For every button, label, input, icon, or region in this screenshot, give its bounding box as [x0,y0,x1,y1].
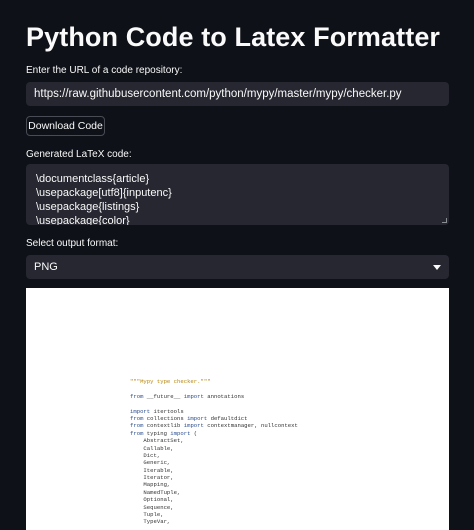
code-token: from [130,414,144,422]
preview-code-line: TypeVar, [130,518,298,525]
latex-output-label: Generated LaTeX code: [26,149,132,160]
code-token: Mapping, [130,481,171,489]
preview-code-line: """Mypy type checker.""" [130,378,298,385]
preview-code-line: from contextlib import contextmanager, n… [130,422,298,429]
code-token: from [130,429,144,437]
code-token: import [183,392,204,400]
preview-code-line: from typing import ( [130,430,298,437]
latex-line: \usepackage{listings} [36,201,140,213]
code-token: ( [190,429,198,437]
code-token: import [170,429,191,437]
code-token: import [130,407,151,415]
code-token: NamedTuple, [130,488,181,496]
code-token: typing [143,429,171,437]
resize-grip-icon[interactable] [442,218,447,223]
code-token: Generic, [130,459,171,467]
code-token: TypeVar, [130,518,171,526]
preview-code-line: Sequence, [130,504,298,511]
output-format-select[interactable]: PNG [26,255,449,279]
preview-code-line: Dict, [130,452,298,459]
code-token: __future__ [143,392,184,400]
latex-line: \documentclass{article} [36,173,150,185]
code-token: contextmanager, nullcontext [203,422,298,430]
preview-code-line: Iterator, [130,474,298,481]
code-token: from [130,392,144,400]
page-title: Python Code to Latex Formatter [26,22,441,52]
preview-code-line: Iterable, [130,467,298,474]
code-token: from [130,422,144,430]
code-token: Iterable, [130,466,174,474]
preview-code-block: """Mypy type checker.""" from __future__ … [130,378,298,526]
preview-code-line: from collections import defaultdict [130,415,298,422]
code-token: Dict, [130,451,161,459]
preview-code-line [130,385,298,392]
output-format-value: PNG [34,261,58,273]
preview-code-line: Tuple, [130,511,298,518]
code-token: annotations [203,392,245,400]
preview-code-line: Callable, [130,445,298,452]
preview-code-line: Generic, [130,459,298,466]
preview-code-line [130,400,298,407]
preview-code-line: Optional, [130,496,298,503]
code-token: AbstractSet, [130,437,184,445]
format-select-label: Select output format: [26,238,119,249]
download-code-button[interactable]: Download Code [26,116,105,136]
preview-code-line: import itertools [130,408,298,415]
preview-code-line: Mapping, [130,481,298,488]
latex-line: \usepackage[utf8]{inputenc} [36,187,172,199]
chevron-down-icon [433,265,441,270]
latex-line: \usepackage{color} [36,215,130,225]
latex-code-textarea[interactable]: \documentclass{article} \usepackage[utf8… [26,164,449,225]
preview-code-line: NamedTuple, [130,489,298,496]
code-token: defaultdict [207,414,248,422]
preview-code-line: AbstractSet, [130,437,298,444]
code-token: import [187,414,208,422]
code-token: Callable, [130,444,174,452]
code-token: Optional, [130,496,174,504]
code-token: """Mypy type checker.""" [130,378,211,385]
code-token: Iterator, [130,474,174,482]
code-token: itertools [150,407,184,415]
preview-code-line: from __future__ import annotations [130,393,298,400]
code-token: contextlib [143,422,184,430]
url-input[interactable]: https://raw.githubusercontent.com/python… [26,82,449,106]
code-token: Sequence, [130,503,174,511]
rendered-preview-image: """Mypy type checker.""" from __future__ … [26,288,449,530]
code-token: Tuple, [130,511,164,519]
code-token: collections [143,414,188,422]
code-token: import [183,422,204,430]
url-input-label: Enter the URL of a code repository: [26,65,183,76]
